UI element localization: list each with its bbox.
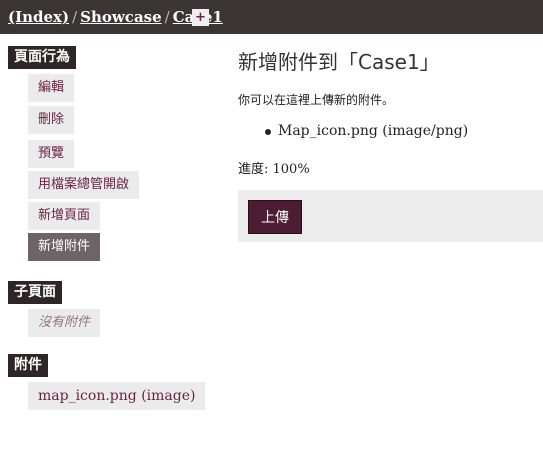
new-attachment-link[interactable]: 新增附件 <box>28 233 101 261</box>
preview-link[interactable]: 預覽 <box>28 140 75 168</box>
delete-link[interactable]: 刪除 <box>28 106 75 134</box>
new-page-link[interactable]: 新增頁面 <box>28 202 101 230</box>
attachment-link[interactable]: map_icon.png (image) <box>28 382 206 410</box>
open-in-file-manager-link[interactable]: 用檔案總管開啟 <box>28 171 140 199</box>
add-page-button[interactable]: + <box>192 9 209 26</box>
breadcrumb-separator: / <box>164 8 170 26</box>
upload-description: 你可以在這裡上傳新的附件。 <box>238 93 395 107</box>
breadcrumb-index-link[interactable]: (Index) <box>8 8 69 26</box>
selected-file-item: Map_icon.png (image/png) <box>278 123 469 139</box>
top-bar: (Index)/Showcase/Case1 + <box>0 0 543 34</box>
subpages-heading: 子頁面 <box>8 281 62 304</box>
edit-link[interactable]: 編輯 <box>28 74 75 102</box>
upload-progress: 進度: 100% <box>238 162 310 177</box>
page-title: 新增附件到「Case1」 <box>238 50 440 74</box>
attachments-heading: 附件 <box>8 354 48 377</box>
list-bullet <box>265 129 271 135</box>
upload-panel: 上傳 <box>238 190 543 242</box>
breadcrumb: (Index)/Showcase/Case1 <box>8 8 223 26</box>
no-subpages-text: 沒有附件 <box>28 309 101 337</box>
breadcrumb-showcase-link[interactable]: Showcase <box>80 8 162 26</box>
upload-button[interactable]: 上傳 <box>248 200 302 234</box>
page-actions-heading: 頁面行為 <box>8 46 76 69</box>
breadcrumb-separator: / <box>72 8 78 26</box>
